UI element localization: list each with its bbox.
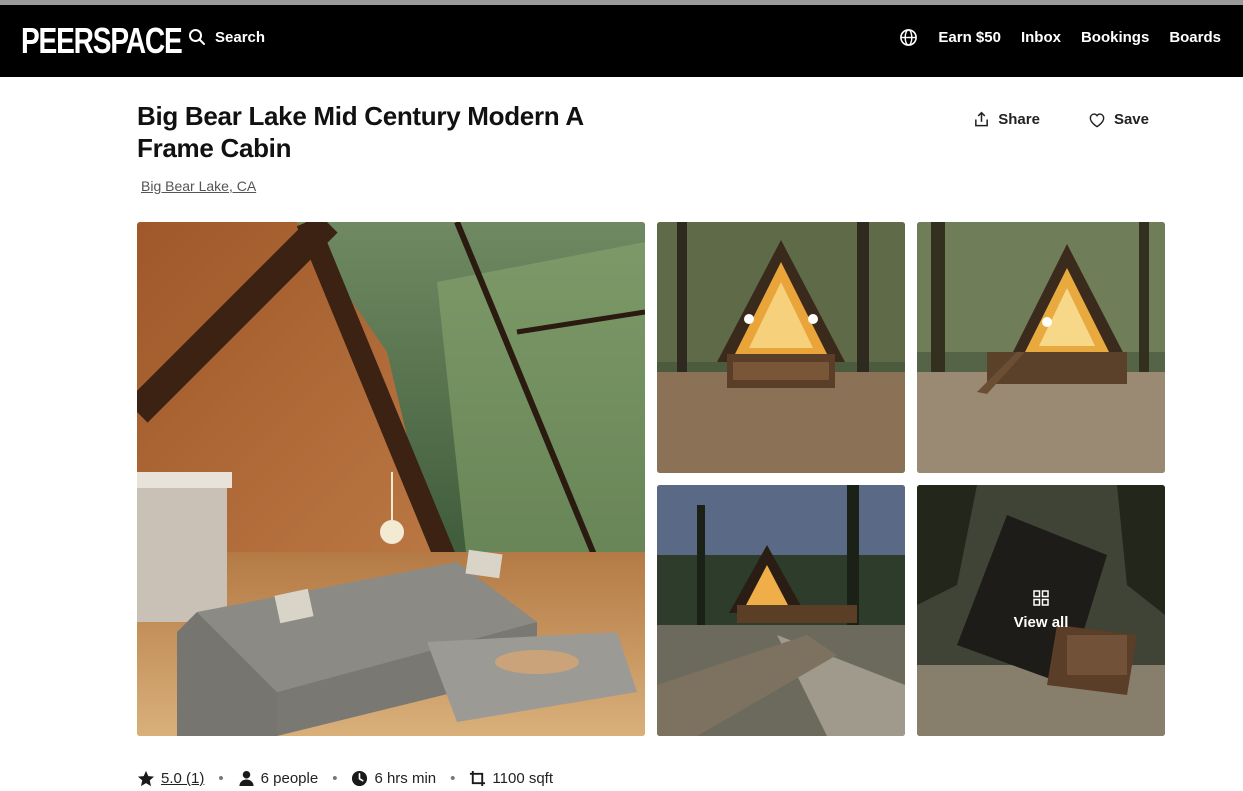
heart-icon — [1089, 112, 1105, 128]
crop-area-icon — [470, 770, 486, 787]
separator-dot: • — [450, 770, 456, 787]
star-icon — [137, 770, 155, 787]
photo-main-interior[interactable] — [137, 222, 645, 736]
listing-location-link[interactable]: Big Bear Lake, CA — [141, 178, 256, 194]
person-icon — [239, 770, 254, 787]
clock-icon — [352, 770, 368, 787]
view-all-label: View all — [1013, 614, 1069, 631]
nav-bookings-link[interactable]: Bookings — [1081, 29, 1149, 46]
listing-stats: 5.0 (1) • 6 people • 6 hrs min • 1100 sq… — [137, 770, 553, 787]
search-label: Search — [215, 28, 266, 46]
photo-driveway-night[interactable] — [657, 485, 905, 736]
nav-links: Earn $50 Inbox Bookings Boards — [899, 28, 1221, 47]
save-label: Save — [1113, 111, 1149, 128]
nav-earn-link[interactable]: Earn $50 — [938, 29, 1001, 46]
area-label: 1100 sqft — [492, 770, 554, 787]
listing-title: Big Bear Lake Mid Century Modern A Frame… — [137, 101, 583, 163]
nav-boards-link[interactable]: Boards — [1169, 29, 1221, 46]
photo-aerial-view-all[interactable]: View all — [917, 485, 1165, 736]
nav-inbox-link[interactable]: Inbox — [1021, 29, 1061, 46]
share-button[interactable]: Share — [973, 111, 1040, 128]
share-label: Share — [998, 111, 1040, 128]
separator-dot: • — [332, 770, 338, 787]
save-button[interactable]: Save — [1088, 111, 1149, 128]
search-button[interactable]: Search — [188, 28, 265, 46]
rating-stat: 5.0 (1) — [137, 770, 204, 787]
view-all-overlay[interactable]: View all — [917, 485, 1165, 736]
peerspace-logo[interactable]: PEERSPACE — [21, 22, 183, 60]
area-stat: 1100 sqft — [469, 770, 553, 787]
min-hours-label: 6 hrs min — [374, 770, 437, 787]
top-navbar: PEERSPACE Search Earn $50 Inbox Bookings… — [0, 5, 1243, 77]
photo-exterior-evening[interactable] — [917, 222, 1165, 473]
min-hours-stat: 6 hrs min — [351, 770, 436, 787]
separator-dot: • — [218, 770, 224, 787]
capacity-label: 6 people — [260, 770, 319, 787]
globe-icon[interactable] — [899, 28, 918, 47]
grid-icon — [1033, 590, 1049, 606]
rating-link[interactable]: 5.0 (1) — [161, 770, 204, 787]
listing-actions: Share Save — [973, 111, 1149, 128]
photo-exterior-dusk[interactable] — [657, 222, 905, 473]
search-icon — [189, 29, 205, 45]
capacity-stat: 6 people — [238, 770, 319, 787]
share-icon — [975, 111, 989, 127]
